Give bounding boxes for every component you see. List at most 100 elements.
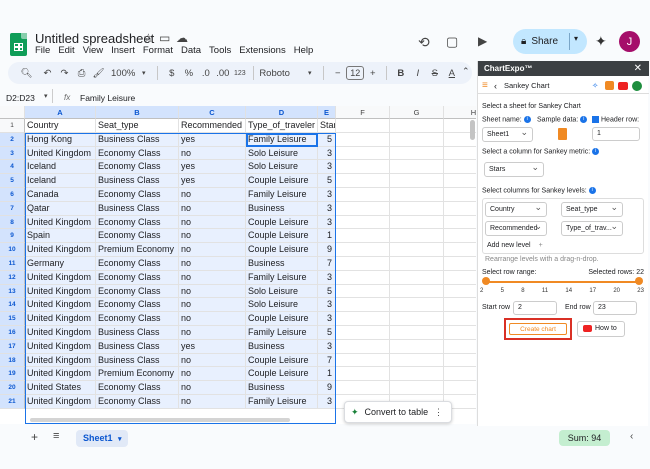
- cell[interactable]: Family Leisure: [246, 326, 318, 340]
- cell[interactable]: no: [179, 367, 246, 382]
- slider-start-handle[interactable]: [482, 277, 490, 285]
- cell[interactable]: Couple Leisure: [246, 174, 318, 188]
- cell[interactable]: United Kingdom: [25, 395, 96, 409]
- cell[interactable]: Couple Leisure: [246, 367, 318, 382]
- cell[interactable]: 3: [318, 270, 336, 285]
- cell[interactable]: Economy Class: [96, 215, 179, 230]
- cell[interactable]: [336, 215, 390, 230]
- header-cell[interactable]: Country: [25, 119, 96, 133]
- cell[interactable]: no: [179, 243, 246, 257]
- cell[interactable]: [336, 367, 390, 382]
- cell[interactable]: [444, 271, 476, 285]
- number-format-button[interactable]: 123: [231, 70, 248, 77]
- metric-select[interactable]: Stars: [484, 161, 544, 177]
- column-header-c[interactable]: C: [179, 106, 246, 119]
- cell[interactable]: [444, 147, 476, 161]
- end-row-input[interactable]: 23: [593, 301, 637, 315]
- cell[interactable]: 7: [318, 353, 336, 368]
- cell[interactable]: [444, 285, 476, 299]
- cell[interactable]: [336, 298, 390, 313]
- font-size-increase-button[interactable]: +: [364, 68, 381, 79]
- header-cell[interactable]: Type_of_traveler: [246, 119, 318, 133]
- cell[interactable]: [444, 160, 476, 175]
- cell[interactable]: United Kingdom: [25, 243, 96, 257]
- paint-format-icon[interactable]: 🖌︎: [90, 68, 107, 79]
- cell[interactable]: [444, 202, 476, 216]
- cell[interactable]: [390, 353, 444, 368]
- cell[interactable]: Economy Class: [96, 284, 179, 299]
- cell[interactable]: Canada: [25, 188, 96, 202]
- cell[interactable]: 3: [318, 188, 336, 202]
- cell[interactable]: [390, 381, 444, 395]
- cell[interactable]: [336, 339, 390, 354]
- vertical-scrollbar[interactable]: [470, 120, 475, 140]
- cell[interactable]: [390, 270, 444, 285]
- menu-file[interactable]: File: [35, 45, 50, 56]
- cell[interactable]: [336, 229, 390, 244]
- cell[interactable]: United Kingdom: [25, 312, 96, 326]
- row-header[interactable]: 19: [0, 367, 25, 382]
- row-header[interactable]: 11: [0, 257, 25, 271]
- close-icon[interactable]: ✕: [634, 61, 642, 76]
- cell[interactable]: [390, 174, 444, 188]
- italic-button[interactable]: I: [409, 68, 426, 79]
- cell[interactable]: Premium Economy: [96, 367, 179, 382]
- cell[interactable]: [390, 146, 444, 161]
- cell[interactable]: [336, 146, 390, 161]
- sheets-logo-icon[interactable]: [10, 33, 27, 56]
- youtube-icon[interactable]: [618, 82, 628, 90]
- cell[interactable]: no: [179, 298, 246, 313]
- collapse-toolbar-icon[interactable]: ⌃: [462, 66, 470, 77]
- row-header[interactable]: 9: [0, 229, 25, 244]
- cell[interactable]: Solo Leisure: [246, 298, 318, 313]
- row-header[interactable]: 5: [0, 174, 25, 188]
- cell[interactable]: [390, 160, 444, 175]
- hamburger-icon[interactable]: ≡: [482, 78, 488, 94]
- slider-track[interactable]: [485, 281, 640, 283]
- formula-input[interactable]: Family Leisure: [80, 93, 135, 103]
- row-header[interactable]: 3: [0, 146, 25, 161]
- cell[interactable]: no: [179, 395, 246, 409]
- row-header[interactable]: 16: [0, 326, 25, 340]
- cell[interactable]: [444, 367, 476, 382]
- meet-icon[interactable]: ▶︎: [478, 34, 487, 48]
- cell[interactable]: no: [179, 146, 246, 161]
- how-to-button[interactable]: How to: [577, 321, 625, 337]
- currency-format-button[interactable]: $: [163, 68, 180, 79]
- cell[interactable]: [336, 257, 390, 271]
- sheet-tab-chevron-icon[interactable]: ▾: [118, 436, 122, 443]
- cell[interactable]: 5: [318, 174, 336, 188]
- row-header[interactable]: 6: [0, 188, 25, 202]
- cell[interactable]: 9: [318, 243, 336, 257]
- cell[interactable]: [444, 243, 476, 257]
- zoom-chevron-icon[interactable]: ▾: [135, 69, 152, 77]
- cell[interactable]: [336, 326, 390, 340]
- cell[interactable]: Solo Leisure: [246, 160, 318, 175]
- sheet-select[interactable]: Sheet1: [482, 126, 533, 142]
- cell[interactable]: Business Class: [96, 339, 179, 354]
- column-header-a[interactable]: A: [25, 106, 96, 119]
- cell[interactable]: no: [179, 201, 246, 216]
- cell[interactable]: 3: [318, 160, 336, 175]
- more-options-icon[interactable]: ⋮: [434, 407, 443, 418]
- name-box-chevron-icon[interactable]: ▾: [44, 92, 48, 100]
- level-select-4[interactable]: Type_of_trav...: [561, 220, 623, 236]
- convert-to-table-button[interactable]: ✦ Convert to table ⋮: [344, 401, 452, 423]
- cell[interactable]: no: [179, 284, 246, 299]
- cell[interactable]: Business Class: [96, 353, 179, 368]
- cell[interactable]: Business Class: [96, 201, 179, 216]
- column-header-b[interactable]: B: [96, 106, 179, 119]
- row-header[interactable]: 7: [0, 201, 25, 216]
- cell[interactable]: [444, 340, 476, 354]
- level-select-3[interactable]: Recommended: [485, 220, 547, 236]
- cell[interactable]: [444, 326, 476, 340]
- sheet-tab[interactable]: Sheet1 ▾: [76, 430, 128, 447]
- cell[interactable]: no: [179, 188, 246, 202]
- increase-decimal-button[interactable]: .00: [214, 68, 231, 79]
- cell[interactable]: [336, 270, 390, 285]
- cell[interactable]: 9: [318, 381, 336, 395]
- spreadsheet-grid[interactable]: A B C D E F G H 1 Country Seat_type Recommended Type…: [0, 106, 476, 424]
- row-header[interactable]: 1: [0, 119, 25, 133]
- cell[interactable]: Economy Class: [96, 188, 179, 202]
- cell[interactable]: [390, 132, 444, 147]
